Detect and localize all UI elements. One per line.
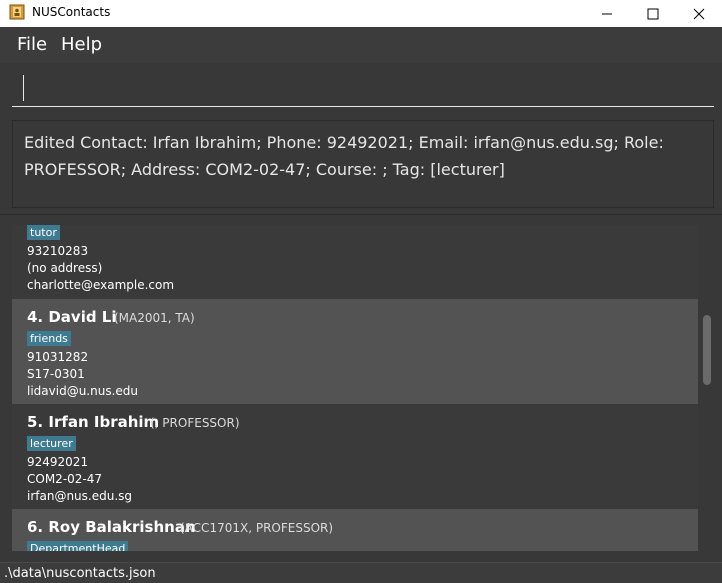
minimize-icon <box>602 13 612 14</box>
menu-bar: File Help <box>0 27 722 63</box>
tag-badge: tutor <box>27 225 60 240</box>
contact-address: S17-0301 <box>27 367 85 381</box>
result-text: Edited Contact: Irfan Ibrahim; Phone: 92… <box>24 133 664 179</box>
contact-phone: 93210283 <box>27 244 89 258</box>
menu-file[interactable]: File <box>17 34 47 55</box>
contact-course-role: (ACC1701X, PROFESSOR) <box>180 521 334 535</box>
contact-card[interactable]: 6. Roy Balakrishnan (ACC1701X, PROFESSOR… <box>12 509 698 551</box>
tag-badge: lecturer <box>27 436 76 451</box>
contact-name: 5. Irfan Ibrahim <box>27 413 160 431</box>
contact-card[interactable]: tutor 93210283 (no address) charlotte@ex… <box>12 225 698 299</box>
contact-address: COM2-02-47 <box>27 472 103 486</box>
result-display: Edited Contact: Irfan Ibrahim; Phone: 92… <box>12 120 714 208</box>
contact-email: irfan@nus.edu.sg <box>27 489 133 503</box>
data-file-path: .\data\nuscontacts.json <box>4 566 156 581</box>
window-title: NUSContacts <box>32 5 111 19</box>
contact-phone: 91031282 <box>27 350 89 364</box>
close-icon <box>693 8 705 19</box>
maximize-button[interactable] <box>630 0 676 27</box>
contact-phone: 92492021 <box>27 455 89 469</box>
contact-card[interactable]: 5. Irfan Ibrahim (, PROFESSOR) lecturer … <box>12 404 698 509</box>
title-bar: NUSContacts <box>0 0 722 27</box>
contact-list-panel: tutor 93210283 (no address) charlotte@ex… <box>0 214 722 551</box>
scrollbar-thumb[interactable] <box>703 315 711 385</box>
tag-badge: friends <box>27 331 71 346</box>
command-area <box>0 63 722 115</box>
contact-name: 4. David Li <box>27 308 117 326</box>
contact-address: (no address) <box>27 261 103 275</box>
close-button[interactable] <box>676 0 722 27</box>
contact-course-role: (, PROFESSOR) <box>150 416 240 430</box>
maximize-icon <box>647 8 659 19</box>
menu-help[interactable]: Help <box>61 34 102 55</box>
contact-name: 6. Roy Balakrishnan <box>27 518 196 536</box>
text-caret <box>23 75 24 101</box>
tag-badge: DepartmentHead <box>27 541 129 551</box>
command-input[interactable] <box>12 68 714 107</box>
status-bar: .\data\nuscontacts.json <box>0 562 722 583</box>
address-book-icon <box>9 4 25 20</box>
minimize-button[interactable] <box>584 0 630 27</box>
contact-list[interactable]: tutor 93210283 (no address) charlotte@ex… <box>12 225 698 551</box>
contact-course-role: (MA2001, TA) <box>114 311 195 325</box>
contact-email: lidavid@u.nus.edu <box>27 384 138 398</box>
contact-email: charlotte@example.com <box>27 278 175 292</box>
scrollbar[interactable] <box>700 225 714 551</box>
contact-card[interactable]: 4. David Li (MA2001, TA) friends 9103128… <box>12 299 698 404</box>
